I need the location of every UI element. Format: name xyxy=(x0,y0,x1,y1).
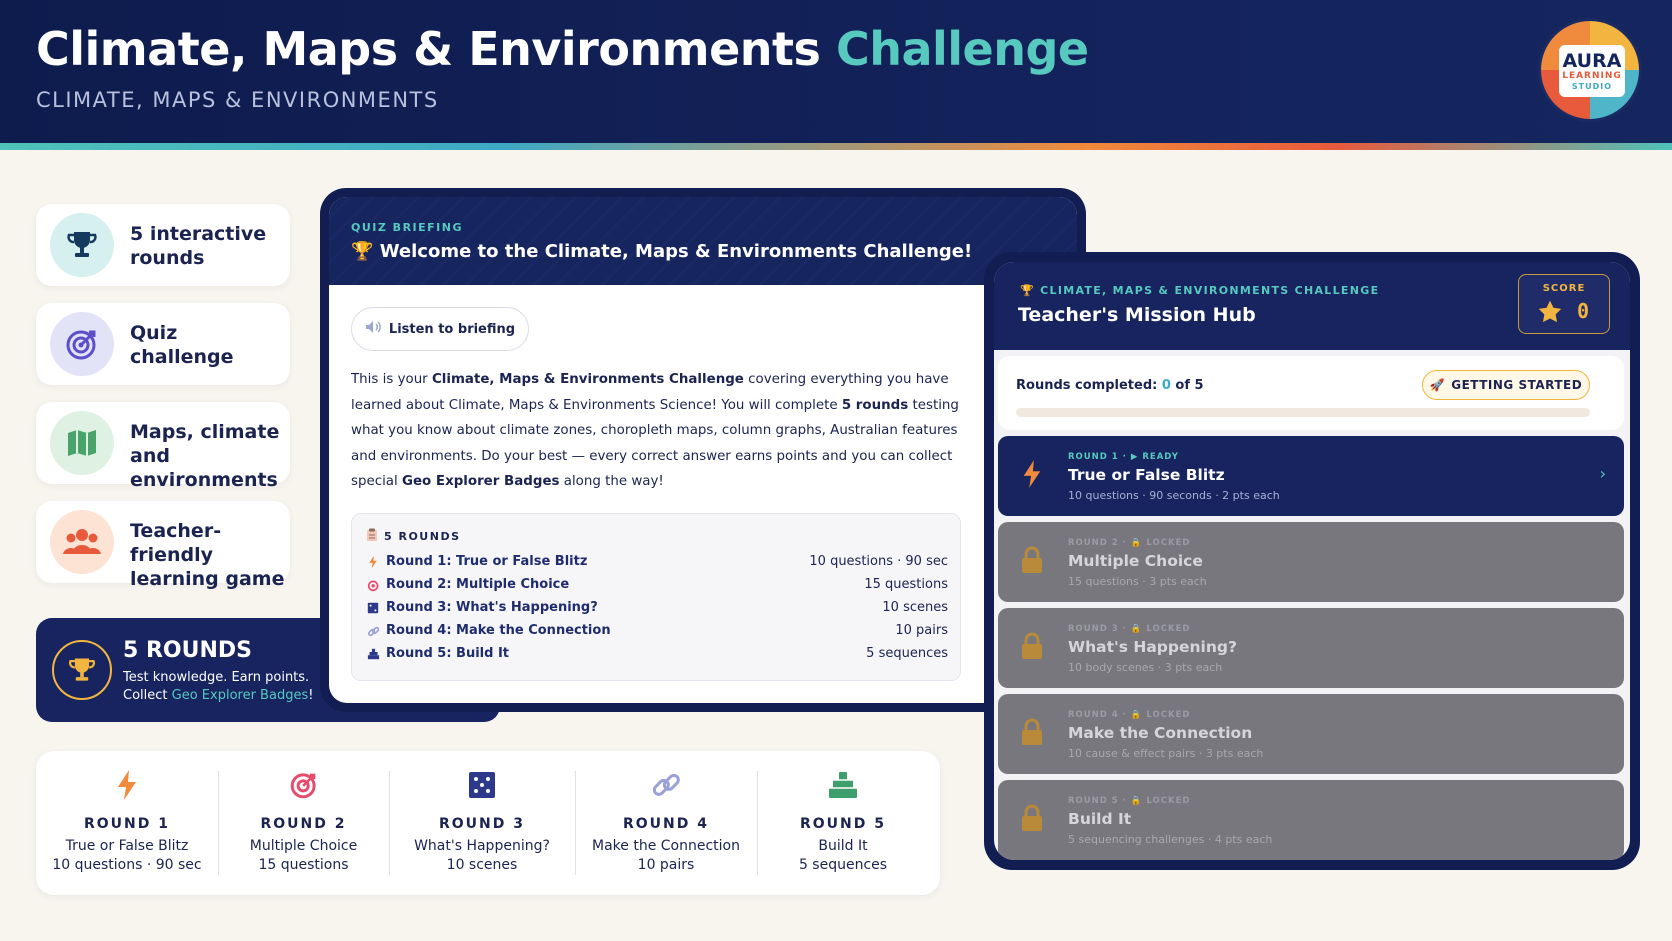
feature-card-teacher: Teacher-friendly learning game xyxy=(36,501,290,590)
target-icon xyxy=(286,767,322,803)
briefing-title: 🏆 Welcome to the Climate, Maps & Environ… xyxy=(351,241,973,262)
strip-round-4: ROUND 4 Make the Connection 10 pairs xyxy=(575,751,757,895)
strip-round-5: ROUND 5 Build It 5 sequences xyxy=(757,751,929,895)
progress-bar xyxy=(1016,408,1590,417)
feature-card-maps: Maps, climate and environments xyxy=(36,402,290,491)
header: Climate, Maps & Environments Challenge C… xyxy=(0,0,1672,143)
briefing-header: QUIZ BRIEFING 🏆 Welcome to the Climate, … xyxy=(329,197,1077,285)
round-card-5[interactable]: ROUND 5 · 🔒 LOCKED Build It 5 sequencing… xyxy=(998,780,1624,860)
target-icon xyxy=(366,578,380,592)
strip-round-2: ROUND 2 Multiple Choice 15 questions xyxy=(218,751,389,895)
map-icon xyxy=(50,411,114,475)
lightning-icon xyxy=(366,555,380,569)
round-card-2[interactable]: ROUND 2 · 🔒 LOCKED Multiple Choice 15 qu… xyxy=(998,522,1624,602)
hub-header: 🏆 CLIMATE, MAPS & ENVIRONMENTS CHALLENGE… xyxy=(994,262,1630,350)
lock-icon xyxy=(1018,800,1046,836)
lock-icon xyxy=(1018,542,1046,578)
page-subtitle: CLIMATE, MAPS & ENVIRONMENTS xyxy=(36,88,439,112)
mission-hub-screen: 🏆 CLIMATE, MAPS & ENVIRONMENTS CHALLENGE… xyxy=(994,262,1630,860)
mission-hub-tablet: 🏆 CLIMATE, MAPS & ENVIRONMENTS CHALLENGE… xyxy=(984,252,1640,870)
trophy-icon xyxy=(52,640,112,700)
scene-icon xyxy=(366,601,380,615)
chevron-right-icon: › xyxy=(1599,464,1606,483)
build-icon xyxy=(366,647,380,661)
scene-icon xyxy=(464,767,500,803)
lightning-icon xyxy=(1018,456,1046,492)
star-icon xyxy=(1537,299,1563,329)
rounds-list: 5 ROUNDS Round 1: True or False Blitz 10 … xyxy=(351,513,961,681)
lightning-icon xyxy=(109,767,145,803)
speaker-icon xyxy=(365,320,381,338)
list-item: Round 3: What's Happening? 10 scenes xyxy=(366,598,948,620)
round-card-1[interactable]: ROUND 1 · ▶ READY True or False Blitz 10… xyxy=(998,436,1624,516)
score-value: 0 xyxy=(1577,299,1590,323)
aura-logo: AURA LEARNING STUDIO xyxy=(1538,18,1642,122)
list-item: Round 4: Make the Connection 10 pairs xyxy=(366,621,948,643)
link-icon xyxy=(366,624,380,638)
list-item: Round 2: Multiple Choice 15 questions xyxy=(366,575,948,597)
lock-icon xyxy=(1018,628,1046,664)
clipboard-icon xyxy=(366,528,378,545)
score-box: SCORE 0 xyxy=(1518,274,1610,334)
round-card-4[interactable]: ROUND 4 · 🔒 LOCKED Make the Connection 1… xyxy=(998,694,1624,774)
rocket-icon: 🚀 xyxy=(1429,378,1446,392)
build-icon xyxy=(825,767,861,803)
briefing-tablet: QUIZ BRIEFING 🏆 Welcome to the Climate, … xyxy=(320,188,1086,712)
progress-card: Rounds completed: 0 of 5 🚀 GETTING STARTE… xyxy=(998,356,1624,430)
header-stripe xyxy=(0,143,1672,150)
list-item: Round 5: Build It 5 sequences xyxy=(366,644,948,666)
list-item: Round 1: True or False Blitz 10 questions… xyxy=(366,552,948,574)
rounds-strip: ROUND 1 True or False Blitz 10 questions… xyxy=(36,751,940,895)
feature-card-quiz: Quiz challenge xyxy=(36,303,290,385)
strip-round-1: ROUND 1 True or False Blitz 10 questions… xyxy=(36,751,218,895)
hub-title: Teacher's Mission Hub xyxy=(1018,304,1256,326)
lock-icon xyxy=(1018,714,1046,750)
link-icon xyxy=(648,767,684,803)
trophy-icon: 🏆 xyxy=(1020,284,1035,297)
briefing-screen: QUIZ BRIEFING 🏆 Welcome to the Climate, … xyxy=(329,197,1077,703)
listen-briefing-button[interactable]: Listen to briefing xyxy=(351,307,529,351)
briefing-paragraph: This is your Climate, Maps & Environment… xyxy=(351,372,959,490)
page-title: Climate, Maps & Environments Challenge xyxy=(36,22,1089,76)
feature-card-rounds: 5 interactive rounds xyxy=(36,204,290,286)
trophy-icon xyxy=(50,213,114,277)
trophy-icon: 🏆 xyxy=(351,241,374,262)
people-icon xyxy=(50,510,114,574)
round-card-3[interactable]: ROUND 3 · 🔒 LOCKED What's Happening? 10 … xyxy=(998,608,1624,688)
status-badge: 🚀 GETTING STARTED xyxy=(1422,370,1590,400)
strip-round-3: ROUND 3 What's Happening? 10 scenes xyxy=(389,751,575,895)
target-icon xyxy=(50,312,114,376)
